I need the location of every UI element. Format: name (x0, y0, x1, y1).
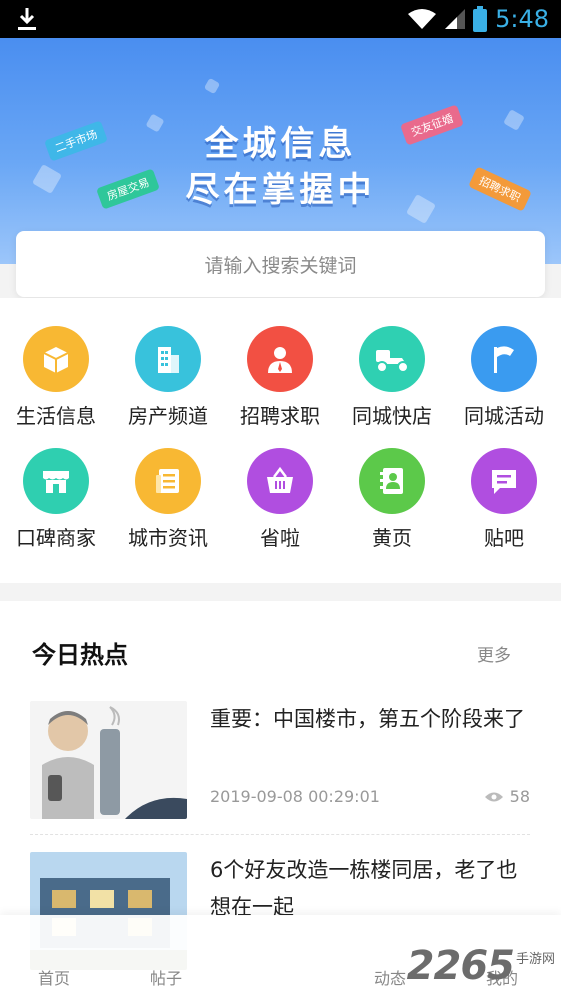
view-count: 58 (509, 787, 530, 806)
nav-posts[interactable]: 帖子 (150, 965, 182, 989)
category-label: 房产频道 (128, 404, 208, 428)
article-views: 58 (484, 787, 530, 806)
watermark-brand: 2265 (406, 943, 515, 989)
banner-subtitle: 尽在掌握中 (185, 170, 376, 210)
category-local-shop[interactable]: 同城快店 (336, 326, 448, 429)
divider (30, 834, 530, 835)
download-icon (18, 8, 36, 30)
section-title: 今日热点 (32, 641, 128, 669)
category-label: 口碑商家 (16, 526, 96, 550)
watermark: 2265 手游网 (407, 943, 555, 989)
category-label: 黄页 (372, 526, 412, 550)
cube-decoration (203, 77, 221, 95)
category-grid: 生活信息 房产频道 招聘求职 同城快店 同城活动 口碑商家 城市资讯 省啦 黄页… (0, 298, 561, 583)
category-label: 同城快店 (352, 404, 432, 428)
bottom-nav: 首页 帖子 动态 我的 2265 手游网 (0, 915, 561, 999)
status-bar: 5:48 (0, 0, 561, 38)
battery-icon (473, 6, 488, 32)
building-icon (135, 326, 201, 392)
basket-icon (247, 448, 313, 514)
contact-book-icon (359, 448, 425, 514)
category-local-events[interactable]: 同城活动 (448, 326, 560, 429)
category-yellow-pages[interactable]: 黄页 (336, 448, 448, 551)
search-bar[interactable]: 请输入搜索关键词 (16, 231, 545, 297)
clock: 5:48 (495, 5, 549, 33)
chat-icon (471, 448, 537, 514)
nav-home[interactable]: 首页 (38, 965, 70, 989)
category-label: 贴吧 (484, 526, 524, 550)
category-jobs[interactable]: 招聘求职 (224, 326, 336, 429)
watermark-suffix: 手游网 (515, 952, 555, 967)
article-title: 重要：中国楼市，第五个阶段来了 (210, 707, 525, 731)
signal-icon (445, 9, 466, 29)
article-item[interactable]: 重要：中国楼市，第五个阶段来了 2019-09-08 00:29:01 58 (30, 701, 530, 821)
category-life-info[interactable]: 生活信息 (0, 326, 112, 429)
category-forum[interactable]: 贴吧 (448, 448, 560, 551)
category-label: 招聘求职 (240, 404, 320, 428)
category-label: 生活信息 (16, 404, 96, 428)
scooter-icon (359, 326, 425, 392)
category-label: 城市资讯 (128, 526, 208, 550)
category-save[interactable]: 省啦 (224, 448, 336, 551)
wifi-icon (408, 9, 437, 29)
store-icon (23, 448, 89, 514)
category-label: 同城活动 (464, 404, 544, 428)
search-placeholder: 请输入搜索关键词 (204, 254, 357, 277)
category-real-estate[interactable]: 房产频道 (112, 326, 224, 429)
box-icon (23, 326, 89, 392)
eye-icon (484, 792, 503, 801)
category-city-news[interactable]: 城市资讯 (112, 448, 224, 551)
article-date: 2019-09-08 00:29:01 (210, 787, 380, 806)
category-reputable-merchants[interactable]: 口碑商家 (0, 448, 112, 551)
news-icon (135, 448, 201, 514)
category-label: 省啦 (260, 526, 300, 550)
flag-icon (471, 326, 537, 392)
person-icon (247, 326, 313, 392)
banner-title: 全城信息 (204, 124, 357, 164)
more-link[interactable]: 更多 (477, 641, 511, 666)
article-thumbnail (30, 701, 187, 819)
nav-feed[interactable]: 动态 (374, 965, 406, 989)
